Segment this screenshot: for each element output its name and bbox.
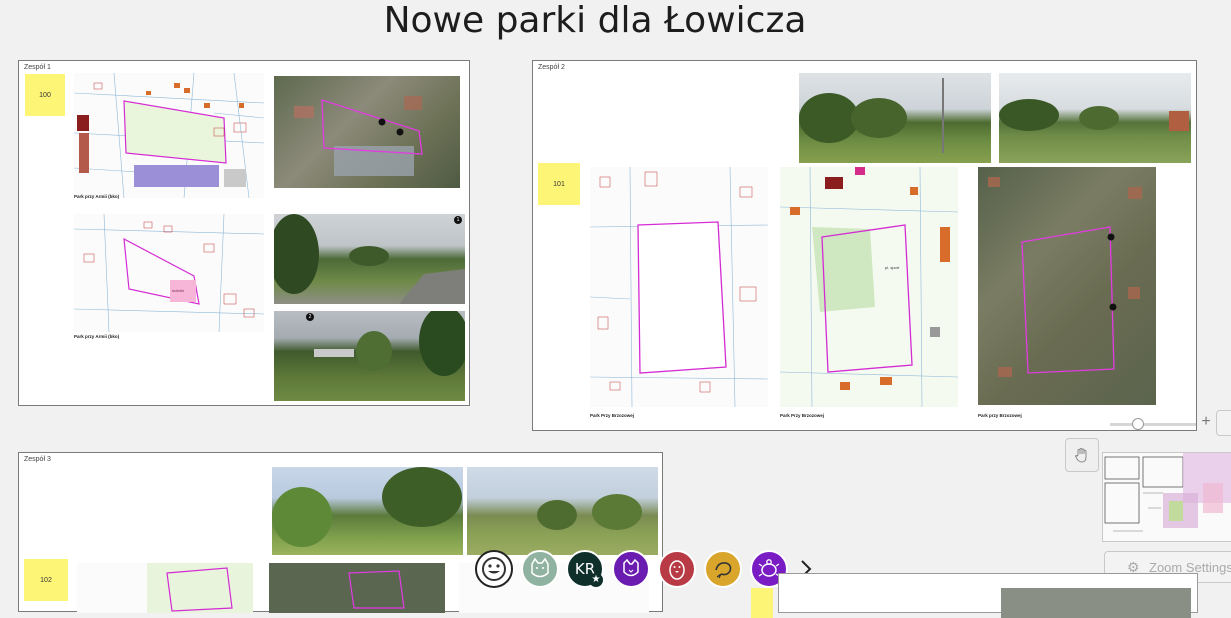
- street-photo[interactable]: [999, 73, 1191, 163]
- aerial-photo[interactable]: [269, 563, 445, 613]
- site-plan-map: [74, 73, 264, 198]
- aerial-photo[interactable]: [274, 76, 460, 188]
- collaborator-avatar[interactable]: [704, 550, 742, 588]
- street-photo[interactable]: [467, 467, 658, 555]
- photo-trees: [999, 99, 1189, 131]
- zoom-in-button[interactable]: +: [1199, 412, 1213, 432]
- board-partial[interactable]: [751, 573, 1198, 618]
- board-zespol-3[interactable]: Zespół 3 102: [18, 452, 663, 613]
- map-caption: Park przy Brzozowej: [978, 413, 1022, 418]
- street-photo[interactable]: 1: [274, 214, 465, 304]
- marker-2: 2: [306, 313, 314, 321]
- site-plan-drawing: [147, 563, 253, 613]
- street-photo[interactable]: [799, 73, 991, 163]
- smiley-icon: [482, 557, 506, 581]
- penguin-icon: [669, 560, 685, 580]
- minimap[interactable]: [1102, 452, 1231, 542]
- map-caption: Park przy Armii (bko): [74, 334, 120, 339]
- board-label: Zespół 2: [538, 64, 565, 71]
- collaborator-avatar[interactable]: [612, 550, 650, 588]
- page-title: Nowe parki dla Łowicza: [383, 0, 807, 41]
- site-plan-map: [590, 167, 768, 407]
- aerial-overlay: [348, 570, 405, 609]
- sticky-note[interactable]: 100: [25, 74, 65, 116]
- street-photo[interactable]: 2: [274, 311, 465, 401]
- street-photo[interactable]: [272, 467, 463, 555]
- aerial-overlay: [988, 177, 1142, 377]
- zoom-reset-button[interactable]: [1216, 410, 1231, 436]
- marker-1: 1: [454, 216, 462, 224]
- aerial-photo[interactable]: [1001, 588, 1191, 618]
- sticky-note[interactable]: [751, 588, 773, 618]
- photo-trees: [799, 78, 944, 153]
- pan-hand-button[interactable]: [1065, 438, 1099, 472]
- aerial-photo[interactable]: [978, 167, 1156, 405]
- map-caption: Park Przy Brzozowej: [590, 413, 635, 418]
- minimap-drawing: [1104, 453, 1231, 532]
- photo-trees: [274, 214, 465, 304]
- cat-icon: [531, 557, 549, 578]
- photo-trees: [537, 494, 642, 530]
- site-plan-map: [77, 563, 253, 613]
- aerial-overlay: [294, 96, 423, 176]
- shrimp-icon: [715, 562, 732, 579]
- area-label: pl. sport: [885, 265, 900, 270]
- collaborator-avatar[interactable]: [658, 550, 696, 588]
- site-plan-map: pl. sport: [780, 167, 958, 407]
- site-plan-drawing: [74, 214, 264, 332]
- star-badge-icon: ★: [589, 573, 603, 587]
- pink-note: ścieżki: [172, 288, 185, 293]
- collaborator-avatar[interactable]: [475, 550, 513, 588]
- site-plan-drawing: [590, 167, 768, 407]
- map-caption: Park przy Armii (bko): [74, 194, 120, 199]
- board-label: Zespół 1: [24, 64, 51, 71]
- site-plan-drawing: [780, 167, 958, 407]
- cat-face-icon: [623, 558, 639, 577]
- collaborator-avatar[interactable]: [521, 550, 559, 588]
- photo-trees: [272, 467, 462, 547]
- board-zespol-2[interactable]: Zespół 2 101 Park Przy Brzozowej pl. spo…: [532, 60, 1197, 431]
- sticky-note[interactable]: 102: [24, 559, 68, 601]
- zoom-slider[interactable]: [1110, 418, 1196, 430]
- collaborator-avatar[interactable]: KR ★: [566, 550, 604, 588]
- map-caption: Park Przy Brzozowej: [780, 413, 825, 418]
- photo-trees: [314, 311, 465, 376]
- zoom-slider-handle[interactable]: [1132, 418, 1144, 430]
- board-zespol-1[interactable]: Zespół 1 100 Park przy Armii (bko) ścież…: [18, 60, 470, 406]
- sticky-note[interactable]: 101: [538, 163, 580, 205]
- board-label: Zespół 3: [24, 456, 51, 463]
- site-plan-map: ścieżki: [74, 214, 264, 332]
- hand-icon: [1074, 448, 1087, 463]
- site-plan-drawing: [74, 73, 264, 198]
